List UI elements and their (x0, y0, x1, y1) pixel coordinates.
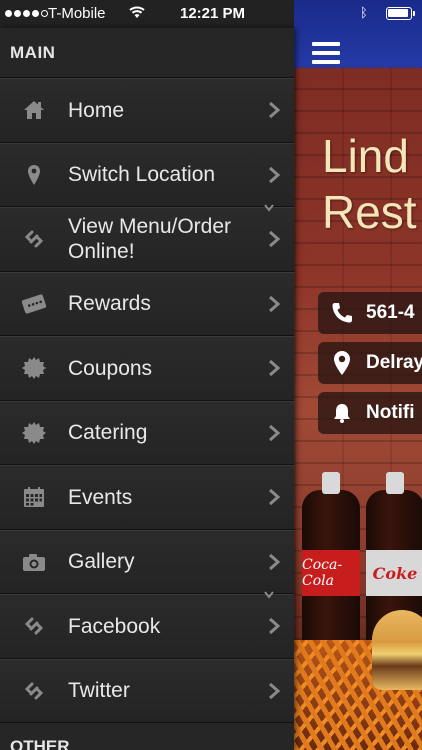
wifi-icon (129, 6, 145, 18)
chevron-right-icon (254, 101, 294, 119)
menu-item-label: Catering (68, 421, 148, 445)
status-time: 12:21 PM (180, 5, 246, 22)
chevron-right-icon (254, 424, 294, 442)
menu-item-label: Home (68, 98, 125, 122)
menu-item-twitter[interactable]: Twitter (0, 658, 294, 723)
section-header-main: MAIN (0, 28, 294, 78)
menu-item-label: Rewards (68, 292, 151, 316)
camera-icon (0, 552, 68, 572)
menu-item-switch-location[interactable]: Switch Location (0, 142, 294, 207)
menu-item-catering[interactable]: Catering (0, 400, 294, 465)
phone-button[interactable]: 561-4 (318, 292, 422, 334)
bell-icon (328, 402, 356, 424)
chevron-right-icon (254, 230, 294, 248)
chevron-down-icon (264, 204, 274, 212)
status-bar: T-Mobile 12:21 PM (0, 0, 294, 28)
location-text: Delray (366, 352, 422, 373)
chevron-right-icon (254, 295, 294, 313)
side-menu: MAIN Home Switch Location View Menu/Orde… (0, 28, 294, 750)
carrier-name: T-Mobile (48, 5, 106, 22)
bluetooth-icon: ᛒ (360, 5, 368, 20)
signal-strength-icon (5, 10, 48, 17)
restaurant-title: Lind Rest (322, 128, 417, 240)
notifications-button[interactable]: Notifi (318, 392, 422, 434)
battery-icon (386, 7, 415, 20)
link-icon (0, 228, 68, 250)
rewards-card-icon (0, 294, 68, 314)
phone-text: 561-4 (366, 302, 415, 323)
link-icon (0, 615, 68, 637)
menu-item-label: Gallery (68, 550, 135, 574)
burger-image (372, 610, 422, 690)
chevron-right-icon (254, 682, 294, 700)
menu-item-gallery[interactable]: Gallery (0, 529, 294, 594)
menu-item-label: Facebook (68, 614, 161, 638)
menu-item-home[interactable]: Home (0, 78, 294, 143)
main-content-panel: ᛒ Lind Rest 561-4 Delray Notifi Coca-Col… (294, 0, 422, 750)
menu-item-events[interactable]: Events (0, 465, 294, 530)
chevron-down-icon (264, 591, 274, 599)
menu-item-view-menu-order-online[interactable]: View Menu/Order Online! (0, 204, 294, 272)
calendar-icon (0, 486, 68, 508)
catering-badge-icon (0, 421, 68, 445)
chevron-right-icon (254, 553, 294, 571)
menu-item-coupons[interactable]: Coupons (0, 336, 294, 401)
chevron-right-icon (254, 617, 294, 635)
section-header-other: OTHER (0, 723, 294, 750)
chevron-right-icon (254, 488, 294, 506)
menu-item-label: Switch Location (68, 163, 216, 187)
coupon-badge-icon (0, 356, 68, 380)
restaurant-title-line2: Rest (322, 186, 417, 238)
bottle-label: Coca-Cola (302, 550, 360, 596)
location-pin-icon (328, 350, 356, 376)
chevron-right-icon (254, 359, 294, 377)
menu-item-label: View Menu/Order Online! (68, 215, 232, 264)
hamburger-menu-icon[interactable] (312, 42, 340, 64)
phone-icon (328, 301, 356, 325)
link-icon (0, 680, 68, 702)
bottle-label: Coke (366, 550, 422, 596)
menu-item-facebook[interactable]: Facebook (0, 591, 294, 659)
restaurant-title-line1: Lind (322, 130, 409, 182)
location-pin-icon (0, 164, 68, 186)
top-nav-bar: ᛒ (294, 0, 422, 72)
menu-item-rewards[interactable]: Rewards (0, 271, 294, 336)
notifications-text: Notifi (366, 402, 415, 423)
home-icon (0, 99, 68, 121)
menu-item-label: Twitter (68, 679, 130, 703)
chevron-right-icon (254, 166, 294, 184)
menu-item-label: Coupons (68, 356, 153, 380)
location-button[interactable]: Delray (318, 342, 422, 384)
menu-item-label: Events (68, 485, 133, 509)
